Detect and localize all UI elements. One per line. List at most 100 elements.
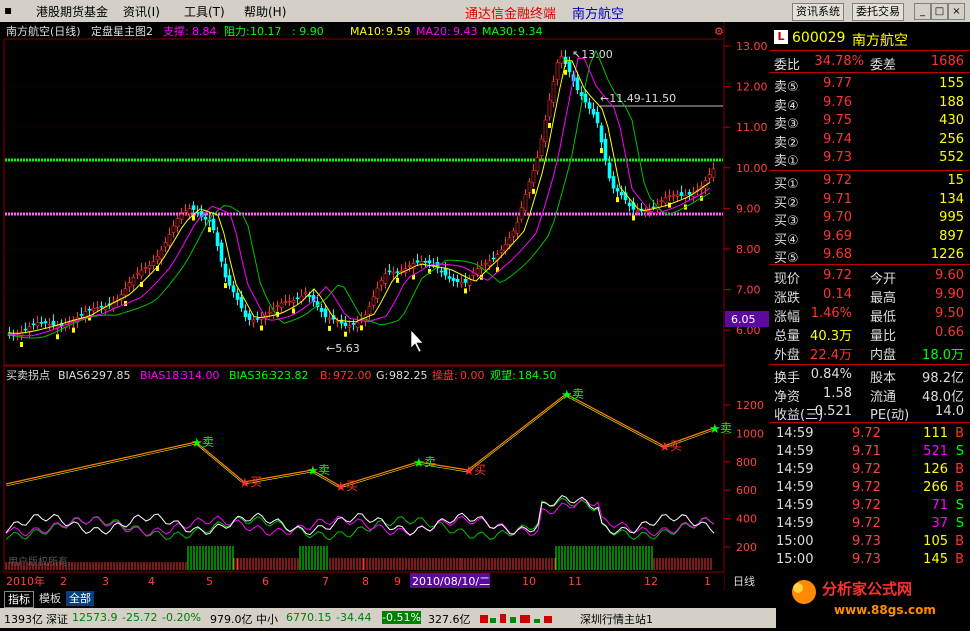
price-axis-label: 13.00 xyxy=(736,40,768,53)
buy-signal-label: 买 xyxy=(474,463,486,477)
ma30-label: MA30: xyxy=(482,25,517,38)
signal-star-icon: ★ xyxy=(307,464,319,479)
weibi-row: 委比 34.78% 委差 1686 xyxy=(774,54,964,73)
current-price-tag-text: 6.05 xyxy=(731,313,756,326)
fin-row: 换手 0.84% 股本 98.2亿 xyxy=(774,367,964,386)
signal-star-icon: ★ xyxy=(709,422,721,437)
menu-item-hk[interactable]: 港股期货基金 xyxy=(36,3,108,20)
g-value: 982.25 xyxy=(389,369,428,382)
date-axis-label: 6 xyxy=(262,575,269,588)
maximize-icon[interactable]: □ xyxy=(931,3,948,20)
date-axis-label: 1 xyxy=(704,575,711,588)
server-status[interactable]: 深圳行情主站1 xyxy=(580,611,653,627)
sz-index: 12573.9 xyxy=(72,611,118,624)
tab-template[interactable]: 模板 xyxy=(36,591,64,606)
signal-star-icon: ★ xyxy=(463,464,475,479)
date-axis-label: 7 xyxy=(322,575,329,588)
tab-indicator[interactable]: 指标 xyxy=(4,591,34,608)
bias18-value: 314.00 xyxy=(181,369,220,382)
selected-date-label: 2010/08/10/二 xyxy=(412,575,490,588)
menu-bar: ▪ 港股期货基金 资讯(I) 工具(T) 帮助(H) 通达信金融终端 南方航空 … xyxy=(0,0,970,23)
date-axis-label: 3 xyxy=(102,575,109,588)
app-title: 通达信金融终端 xyxy=(465,7,557,22)
indicator-axis-label: 400 xyxy=(736,513,757,526)
date-axis-label: 10 xyxy=(522,575,536,588)
bias6-label: BIAS6: xyxy=(58,369,94,382)
resist-label: 阻力: xyxy=(224,25,250,38)
date-axis-label: 9 xyxy=(394,575,401,588)
ask-row: 卖② 9.74 256 xyxy=(774,131,964,151)
sell-signal-label: 卖 xyxy=(318,463,330,477)
indicator-axis-label: 200 xyxy=(736,541,757,554)
stat-row: 现价 9.72 今开 9.60 xyxy=(774,268,964,287)
trade-row: 14:59 9.71 521 S xyxy=(776,444,964,459)
kline-chart[interactable]: 南方航空(日线) 定盘星主图2 支撑: 8.84 阻力: 10.17 : 9.9… xyxy=(0,22,770,590)
bid-row: 买① 9.72 15 xyxy=(774,173,964,192)
quote-badge: L xyxy=(774,30,788,44)
logo-url: www.88gs.com xyxy=(834,603,936,617)
period-label[interactable]: 日线 xyxy=(733,574,755,588)
chart-settings-icon[interactable]: ⚙ xyxy=(714,25,724,38)
menu-item-help[interactable]: 帮助(H) xyxy=(244,3,286,20)
trade-row: 14:59 9.72 71 S xyxy=(776,498,964,513)
quote-code: 600029 xyxy=(792,30,846,46)
trade-row: 15:00 9.73 145 B xyxy=(776,552,964,567)
menu-item-info[interactable]: 资讯(I) xyxy=(123,3,160,20)
bid-row: 买⑤ 9.68 1226 xyxy=(774,247,964,266)
date-axis-label: 12 xyxy=(644,575,658,588)
signal-star-icon: ★ xyxy=(239,476,251,491)
sell-signal-label: 卖 xyxy=(424,455,436,469)
ma10-label: MA10: xyxy=(350,25,385,38)
date-axis-label: 5 xyxy=(206,575,213,588)
gw-label: 观望: xyxy=(490,369,516,382)
price-axis-label: 12.00 xyxy=(736,81,768,94)
ask-row: 卖④ 9.76 188 xyxy=(774,94,964,114)
sell-signal-label: 卖 xyxy=(720,421,732,435)
range-annotation: ←11.49-11.50 xyxy=(600,92,676,105)
chart-stock-name: 南方航空(日线) xyxy=(6,24,81,38)
g-label: G: xyxy=(376,369,388,382)
buy-signal-label: 买 xyxy=(670,439,682,453)
trade-row: 14:59 9.72 126 B xyxy=(776,462,964,477)
extra-value: : 9.90 xyxy=(292,25,324,38)
bias18-label: BIAS18: xyxy=(140,369,183,382)
fin-row: 净资 1.58 流通 48.0亿 xyxy=(774,385,964,405)
date-axis-label: 11 xyxy=(568,575,582,588)
menu-item-tools[interactable]: 工具(T) xyxy=(184,3,225,20)
bias36-label: BIAS36: xyxy=(229,369,272,382)
ma30-value: 9.34 xyxy=(518,25,543,38)
date-axis-label: 8 xyxy=(362,575,369,588)
trade-row: 14:59 9.72 37 S xyxy=(776,516,964,531)
ma20-value: 9.43 xyxy=(453,25,478,38)
stat-row: 涨幅 1.46% 最低 9.50 xyxy=(774,306,964,325)
buy-signal-label: 买 xyxy=(346,479,358,493)
site-logo: 分析家公式网 www.88gs.com xyxy=(776,572,970,628)
logo-text: 分析家公式网 xyxy=(822,580,912,598)
date-axis-label: 4 xyxy=(148,575,155,588)
trade-button[interactable]: 委托交易 xyxy=(852,3,904,21)
sell-signal-label: 卖 xyxy=(572,387,584,401)
price-axis-label: 9.00 xyxy=(736,202,761,215)
info-system-button[interactable]: 资讯系统 xyxy=(792,3,844,21)
mini-bar-chart xyxy=(478,612,578,624)
buy-signal-label: 买 xyxy=(250,475,262,489)
resist-value: 10.17 xyxy=(250,25,282,38)
quote-name: 南方航空 xyxy=(852,33,908,49)
date-axis-label: 2 xyxy=(60,575,67,588)
tab-all[interactable]: 全部 xyxy=(66,591,94,606)
cp-value: 0.00 xyxy=(460,369,485,382)
ma20-label: MA20: xyxy=(416,25,451,38)
close-icon[interactable]: × xyxy=(948,3,965,20)
stock-title: 南方航空 xyxy=(572,7,625,22)
indicator-name: 买卖拐点 xyxy=(6,368,50,382)
indicator-axis-label: 1000 xyxy=(736,427,764,440)
cp-label: 操盘: xyxy=(432,368,458,382)
price-axis-label: 11.00 xyxy=(736,121,768,134)
sme-index: 6770.15 xyxy=(286,611,332,624)
b-label: B: xyxy=(320,369,331,382)
price-axis-label: 8.00 xyxy=(736,243,761,256)
ma10-value: 9.59 xyxy=(386,25,411,38)
signal-star-icon: ★ xyxy=(659,440,671,455)
app-icon[interactable]: ▪ xyxy=(4,3,12,17)
minimize-icon[interactable]: _ xyxy=(914,3,931,20)
